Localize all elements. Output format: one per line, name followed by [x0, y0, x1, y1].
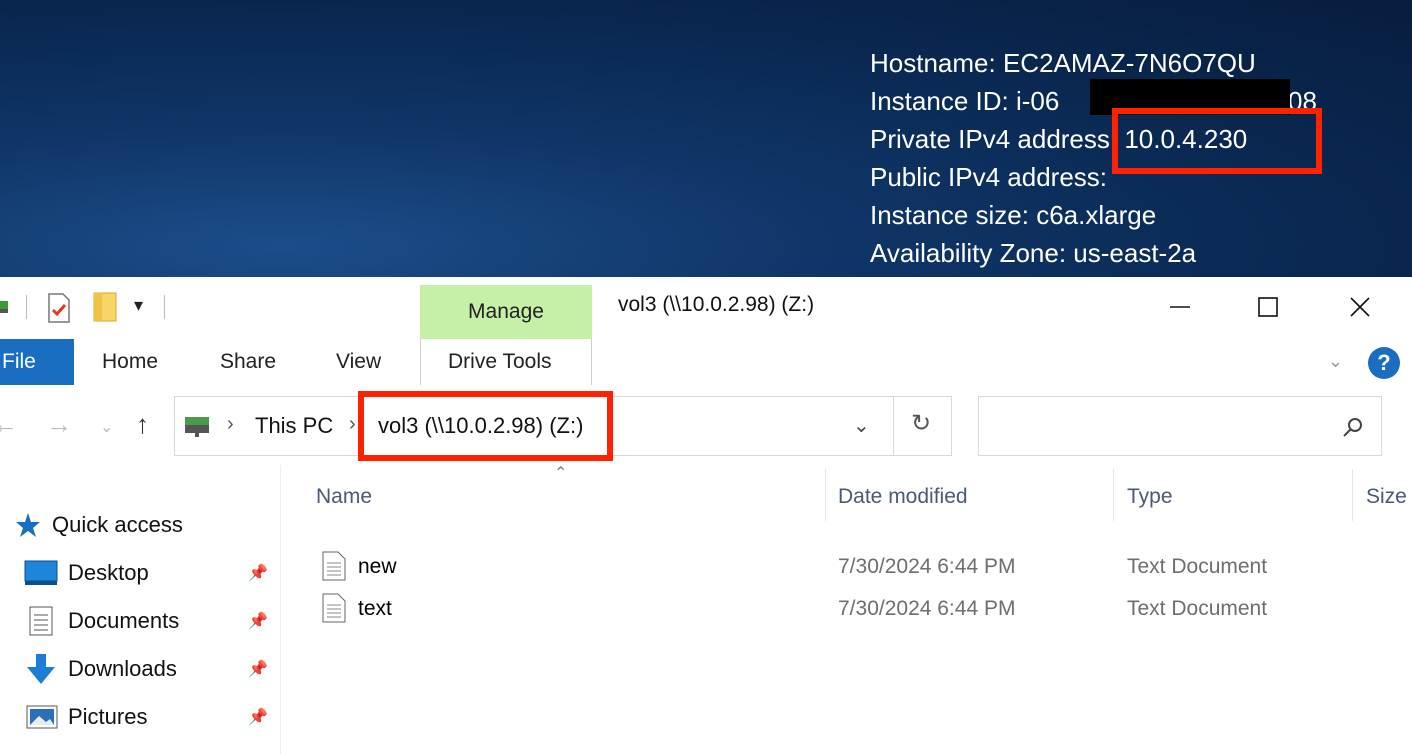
instance-id-text: Instance ID: i-06 — [870, 86, 1060, 116]
maximize-button[interactable] — [1238, 287, 1298, 327]
drive-icon[interactable] — [0, 297, 10, 317]
star-icon — [16, 513, 40, 537]
close-button[interactable] — [1330, 287, 1390, 327]
text-file-icon — [322, 593, 346, 623]
network-drive-icon — [185, 417, 209, 437]
minimize-button[interactable] — [1150, 287, 1210, 327]
toolbar-separator — [26, 295, 27, 319]
nav-item-label: Documents — [68, 608, 180, 633]
address-divider — [893, 397, 894, 455]
pin-icon[interactable]: 📌 — [248, 611, 268, 631]
address-highlight — [358, 391, 613, 461]
navigation-bar: ← → ⌄ ↑ › This PC › vol3 (\\10.0.2.98) (… — [0, 385, 1412, 465]
sort-ascending-icon: ⌃ — [554, 465, 568, 482]
column-header-name[interactable]: Name — [316, 485, 372, 509]
tab-manage[interactable]: Manage — [420, 285, 592, 339]
text-file-icon — [322, 551, 346, 581]
file-type: Text Document — [1127, 555, 1268, 578]
address-history-chevron-icon[interactable]: ⌄ — [853, 413, 870, 438]
back-arrow-icon[interactable]: ← — [0, 409, 18, 440]
breadcrumb-this-pc[interactable]: This PC — [255, 413, 333, 439]
window-title: vol3 (\\10.0.2.98) (Z:) — [618, 293, 815, 316]
customize-toolbar-chevron[interactable]: ▾ — [134, 295, 143, 316]
nav-item-pictures[interactable]: Pictures 📌 — [0, 697, 280, 737]
pin-icon[interactable]: 📌 — [248, 563, 268, 583]
expand-ribbon-chevron-icon[interactable]: ⌄ — [1328, 351, 1343, 372]
tab-view[interactable]: View — [336, 339, 381, 385]
column-separator[interactable] — [825, 469, 826, 521]
search-icon — [1343, 418, 1362, 437]
tab-home[interactable]: Home — [102, 339, 158, 385]
breadcrumb-separator: › — [349, 413, 356, 435]
toolbar-separator — [164, 295, 165, 319]
forward-arrow-icon[interactable]: → — [46, 409, 72, 440]
nav-item-label: Desktop — [68, 560, 149, 585]
file-date-modified: 7/30/2024 6:44 PM — [838, 597, 1016, 620]
tab-file[interactable]: File — [0, 339, 74, 385]
properties-check-icon[interactable] — [46, 293, 72, 323]
nav-item-downloads[interactable]: Downloads 📌 — [0, 649, 280, 689]
desktop-icon — [24, 560, 58, 585]
tab-share[interactable]: Share — [220, 339, 276, 385]
search-input[interactable] — [978, 396, 1382, 456]
file-type: Text Document — [1127, 597, 1268, 620]
file-row[interactable]: new 7/30/2024 6:44 PM Text Document — [282, 547, 1412, 587]
file-name: new — [358, 555, 397, 578]
help-icon[interactable]: ? — [1368, 347, 1400, 379]
nav-item-label: Downloads — [68, 656, 177, 681]
pin-icon[interactable]: 📌 — [248, 707, 268, 727]
pictures-icon — [26, 705, 58, 729]
column-header-date-modified[interactable]: Date modified — [838, 485, 968, 509]
instance-size-text: Instance size: c6a.xlarge — [870, 200, 1157, 230]
title-bar: ▾ Manage vol3 (\\10.0.2.98) (Z:) — [0, 277, 1412, 339]
nav-item-quick-access[interactable]: Quick access — [0, 505, 280, 545]
documents-icon — [29, 606, 53, 636]
navigation-pane: Quick access Desktop 📌 Documents 📌 Downl… — [0, 465, 281, 754]
pin-icon[interactable]: 📌 — [248, 659, 268, 679]
private-ip-highlight — [1112, 108, 1322, 174]
refresh-icon[interactable]: ↻ — [911, 409, 931, 438]
column-separator[interactable] — [1352, 469, 1353, 521]
file-name: text — [358, 597, 392, 620]
nav-item-documents[interactable]: Documents 📌 — [0, 601, 280, 641]
availability-zone-text: Availability Zone: us-east-2a — [870, 238, 1197, 268]
recent-locations-chevron-icon[interactable]: ⌄ — [100, 417, 113, 437]
download-arrow-icon — [27, 654, 55, 684]
column-header-type[interactable]: Type — [1127, 485, 1173, 509]
column-separator[interactable] — [1113, 469, 1114, 521]
hostname-text: Hostname: EC2AMAZ-7N6O7QU — [870, 48, 1256, 78]
file-row[interactable]: text 7/30/2024 6:44 PM Text Document — [282, 589, 1412, 629]
nav-item-desktop[interactable]: Desktop 📌 — [0, 553, 280, 593]
file-explorer-window: ▾ Manage vol3 (\\10.0.2.98) (Z:) File Ho… — [0, 277, 1412, 754]
private-ip-label: Private IPv4 address: — [870, 124, 1125, 154]
nav-item-label: Pictures — [68, 704, 148, 729]
breadcrumb-separator: › — [227, 413, 234, 435]
nav-item-label: Quick access — [52, 512, 183, 537]
file-date-modified: 7/30/2024 6:44 PM — [838, 555, 1016, 578]
tab-drive-tools[interactable]: Drive Tools — [448, 339, 551, 385]
file-list-pane: ⌃ Name Date modified Type Size new 7/30/… — [282, 465, 1412, 754]
up-arrow-icon[interactable]: ↑ — [136, 409, 149, 440]
ribbon-tabs: File Home Share View Drive Tools ⌄ ? — [0, 339, 1412, 386]
new-folder-icon[interactable] — [92, 291, 120, 323]
column-header-size[interactable]: Size — [1366, 485, 1407, 509]
